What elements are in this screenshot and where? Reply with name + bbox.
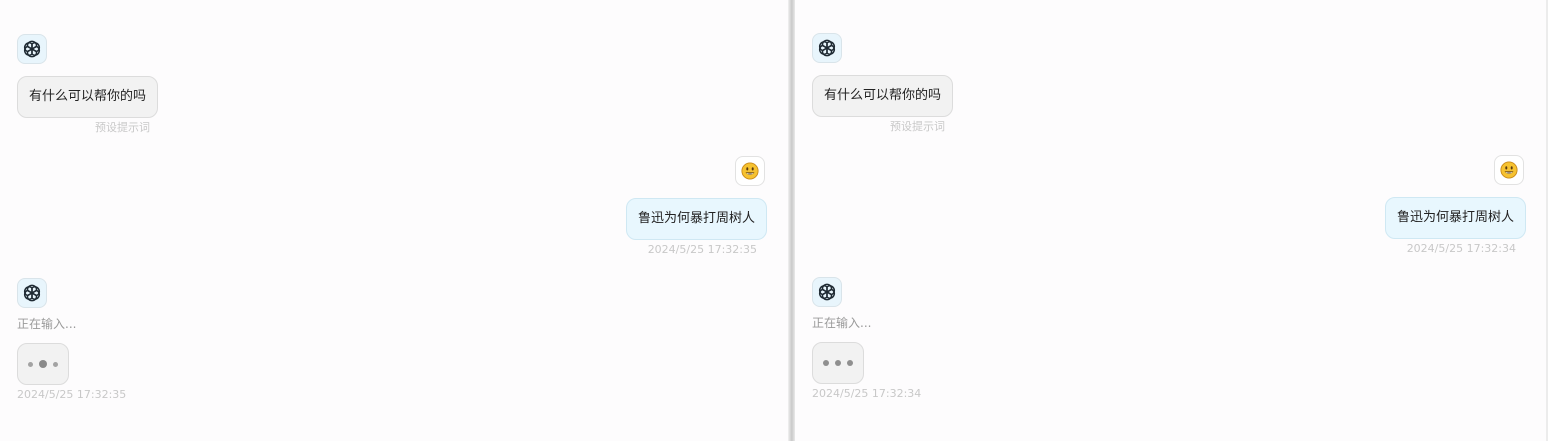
user-message-timestamp: 2024/5/25 17:32:34 <box>1406 242 1516 255</box>
bot-avatar <box>812 277 842 307</box>
user-avatar <box>735 156 765 186</box>
preset-prompt-label: 预设提示词 <box>890 120 945 133</box>
preset-prompt-label: 预设提示词 <box>95 121 150 134</box>
user-message-bubble: 鲁迅为何暴打周树人 <box>1384 197 1526 239</box>
user-message-bubble: 鲁迅为何暴打周树人 <box>625 198 767 240</box>
typing-dot <box>823 360 829 366</box>
bot-avatar <box>812 33 842 63</box>
split-chat-view: 有什么可以帮你的吗 预设提示词 鲁迅为何暴打周树人 2024/5/25 17:3… <box>0 0 1548 441</box>
openai-logo-icon <box>816 281 838 303</box>
typing-dot <box>847 360 853 366</box>
openai-logo-icon <box>816 37 838 59</box>
pane-resize-handle[interactable] <box>788 0 795 441</box>
bot-typing-timestamp: 2024/5/25 17:32:34 <box>812 387 922 400</box>
openai-logo-icon <box>21 38 43 60</box>
bot-greeting-bubble: 有什么可以帮你的吗 <box>812 75 954 117</box>
user-avatar <box>1494 155 1524 185</box>
typing-dot <box>28 361 33 367</box>
typing-dot <box>835 360 841 366</box>
smiley-emoji-icon <box>1500 161 1518 179</box>
typing-status-label: 正在输入... <box>812 316 872 330</box>
bot-typing-timestamp: 2024/5/25 17:32:35 <box>17 388 127 401</box>
bot-avatar <box>17 278 47 308</box>
bot-greeting-bubble: 有什么可以帮你的吗 <box>17 76 159 118</box>
smiley-emoji-icon <box>741 162 759 180</box>
openai-logo-icon <box>21 282 43 304</box>
bot-avatar <box>17 34 47 64</box>
chat-pane-right[interactable]: 有什么可以帮你的吗 预设提示词 鲁迅为何暴打周树人 2024/5/25 17:3… <box>795 0 1548 441</box>
typing-indicator-bubble <box>17 343 69 385</box>
user-message-timestamp: 2024/5/25 17:32:35 <box>647 243 757 256</box>
typing-indicator-bubble <box>812 342 864 384</box>
typing-status-label: 正在输入... <box>17 317 77 331</box>
chat-pane-left[interactable]: 有什么可以帮你的吗 预设提示词 鲁迅为何暴打周树人 2024/5/25 17:3… <box>0 0 788 441</box>
typing-dot <box>39 360 47 368</box>
typing-dot <box>53 361 58 367</box>
